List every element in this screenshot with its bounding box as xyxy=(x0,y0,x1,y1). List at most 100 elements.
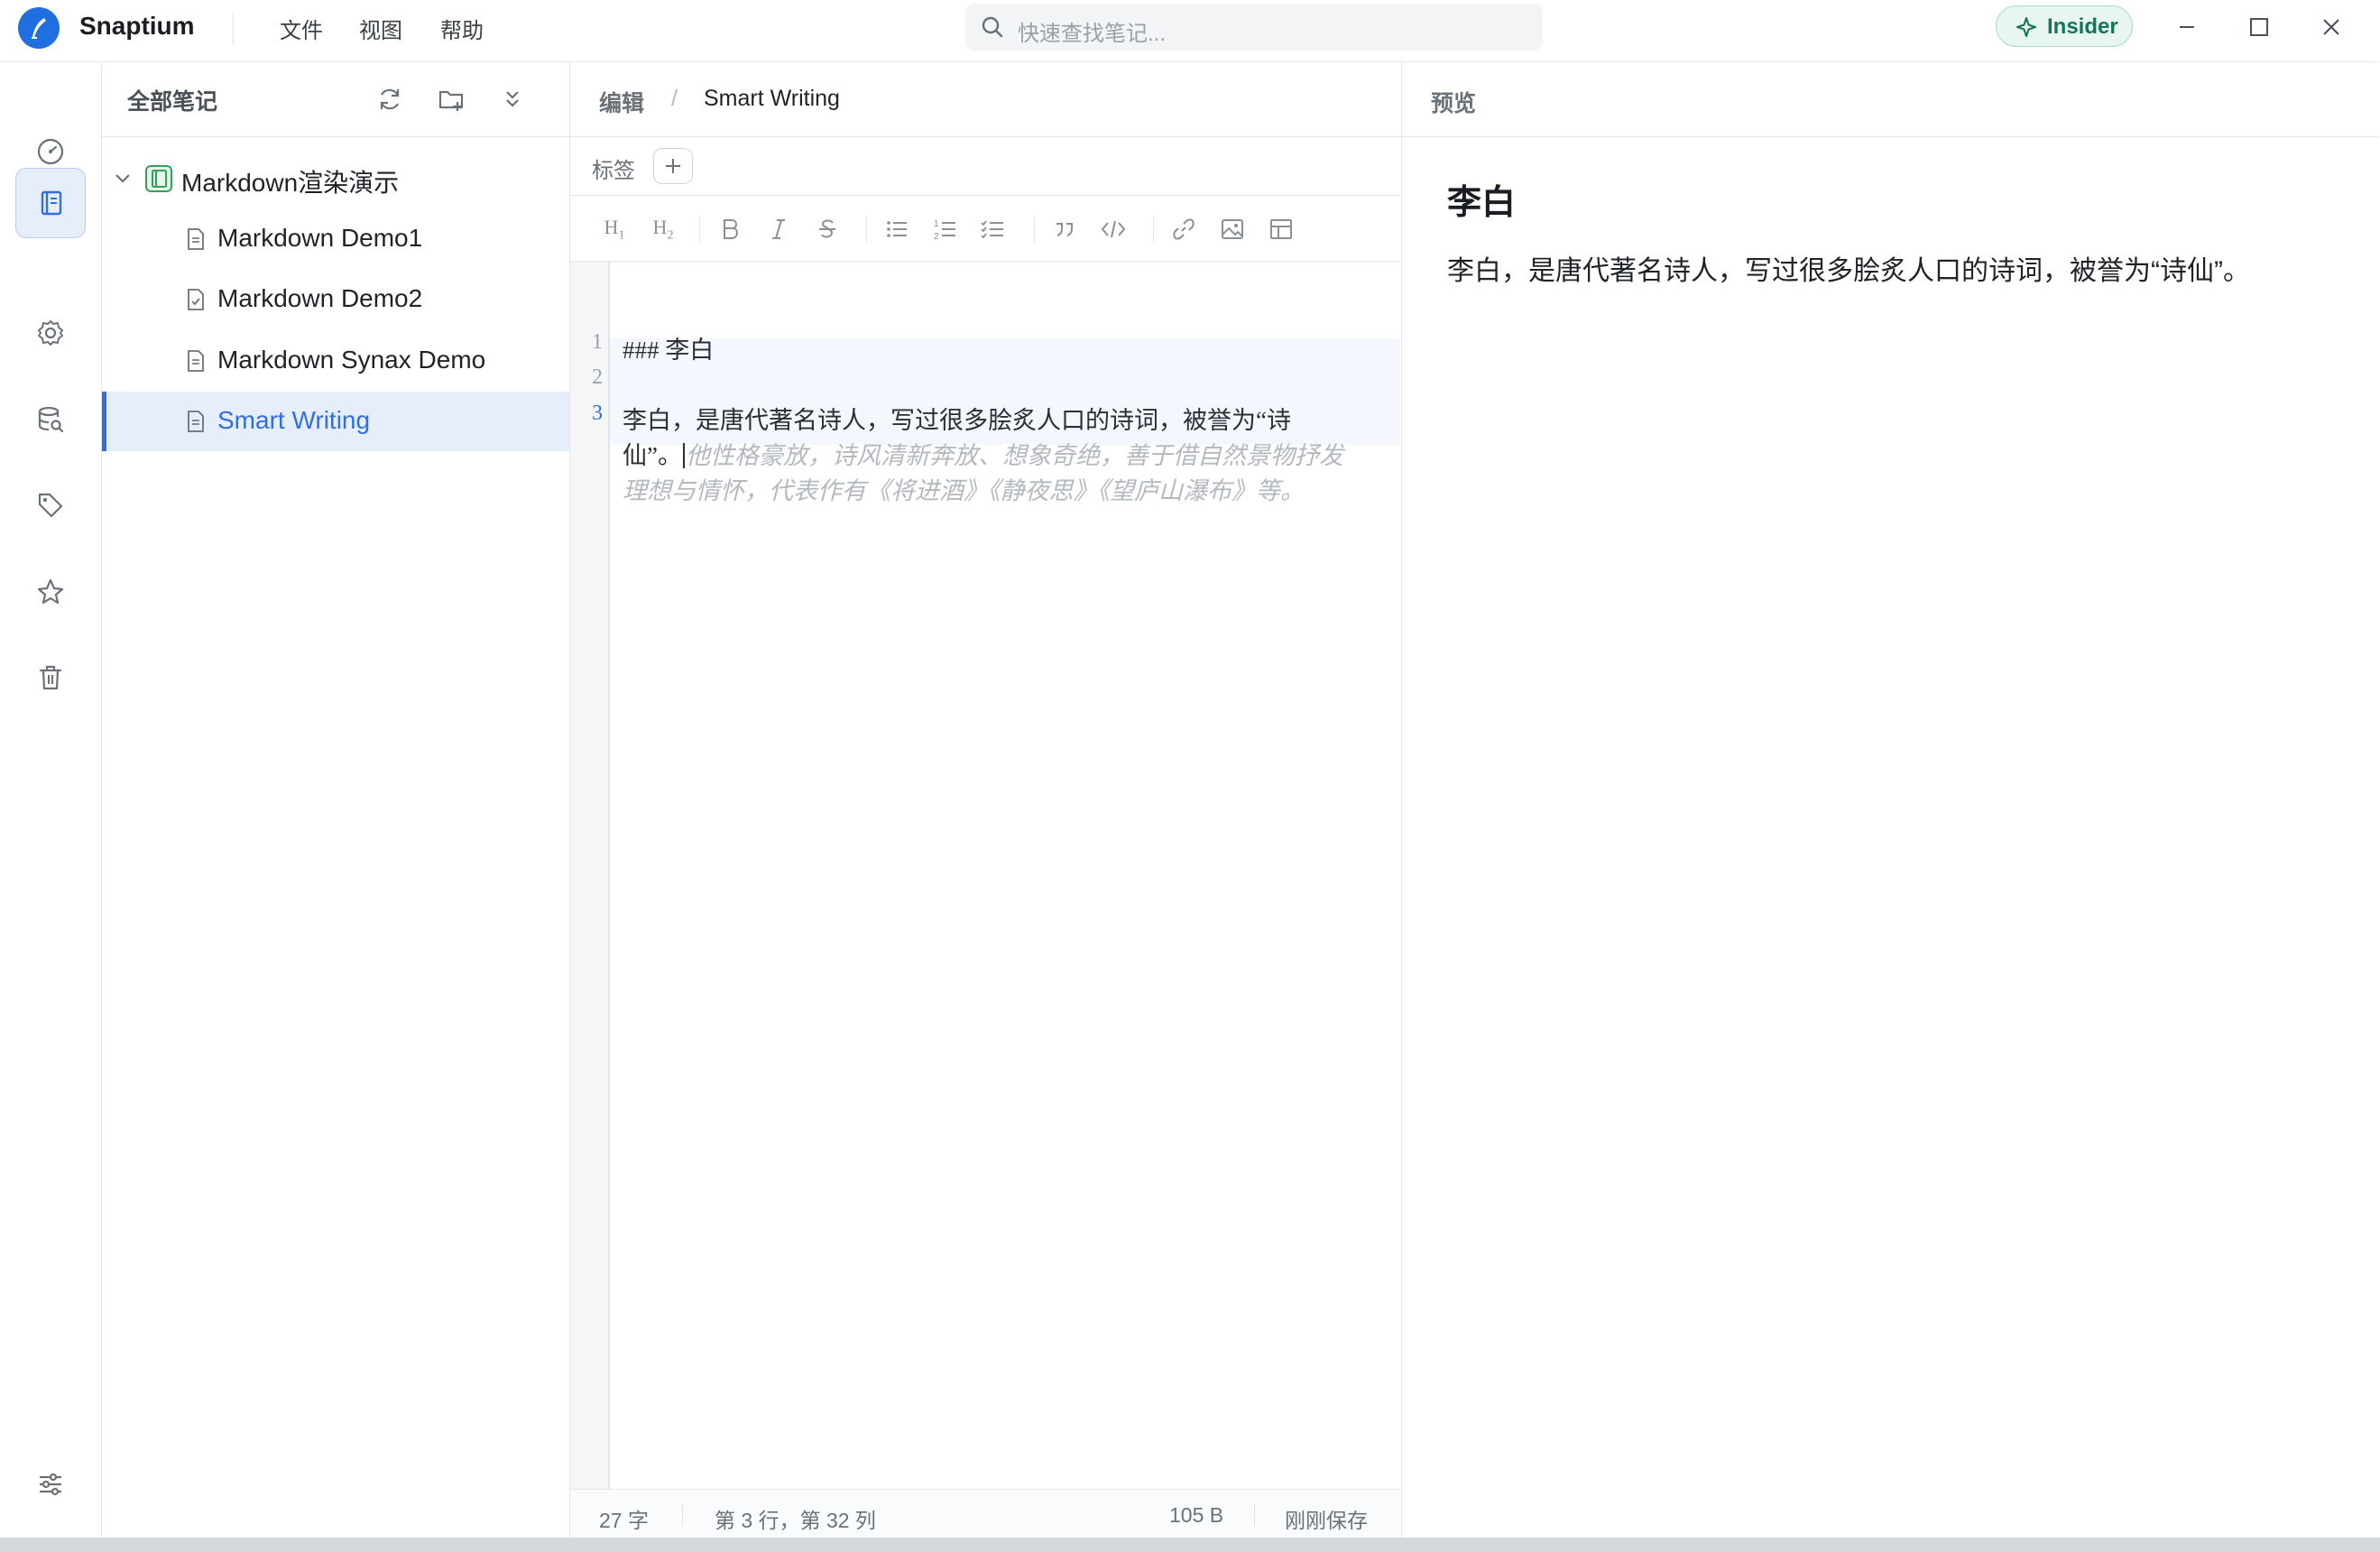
line-number: 2 xyxy=(592,365,603,389)
app-name: Snaptium xyxy=(79,12,195,40)
notes-tree-header: 全部笔记 xyxy=(102,62,569,137)
new-folder-icon[interactable] xyxy=(436,84,466,115)
search-placeholder: 快速查找笔记... xyxy=(1018,22,1167,46)
code-icon[interactable] xyxy=(1098,214,1129,245)
search-input[interactable]: 快速查找笔记... xyxy=(965,4,1543,51)
code-line-3b: 仙”。 他性格豪放，诗风清新奔放、想象奇绝，善于借自然景物抒发 xyxy=(623,436,1343,471)
line-number-gutter: 1 2 3 xyxy=(570,262,610,1489)
preview-header: 预览 xyxy=(1402,62,2378,137)
strikethrough-button[interactable] xyxy=(812,214,843,245)
tags-label: 标签 xyxy=(592,159,635,183)
notebook-folder-icon xyxy=(145,165,172,192)
formatting-toolbar: H1 H2 12 xyxy=(570,196,1401,262)
folder-row[interactable]: Markdown渲染演示 xyxy=(102,149,569,208)
selection-indicator xyxy=(102,392,106,451)
maximize-icon[interactable] xyxy=(2243,11,2275,43)
heading2-button[interactable]: H2 xyxy=(648,214,678,245)
notebook-icon[interactable] xyxy=(15,168,86,238)
document-check-icon xyxy=(188,289,204,310)
app-logo-icon xyxy=(18,7,60,49)
ai-suggestion-text-2: 理想与情怀，代表作有《将进酒》《静夜思》《望庐山瀑布》等。 xyxy=(623,477,1305,504)
minimize-icon[interactable] xyxy=(2171,11,2203,43)
text-caret xyxy=(682,443,685,468)
preferences-sliders-icon[interactable] xyxy=(15,1449,86,1520)
note-label: Markdown Demo2 xyxy=(217,284,423,312)
status-divider xyxy=(1254,1504,1255,1526)
star-icon[interactable] xyxy=(15,557,86,627)
toolbar-divider xyxy=(1034,216,1035,243)
menu-view[interactable]: 视图 xyxy=(359,13,402,44)
search-icon xyxy=(980,14,1005,44)
code-line-3a: 李白，是唐代著名诗人，写过很多脍炙人口的诗词，被誉为“诗 xyxy=(623,407,1291,434)
bullet-list-icon[interactable] xyxy=(881,214,912,245)
tags-row: 标签 xyxy=(570,137,1401,196)
note-row-synax-demo[interactable]: Markdown Synax Demo xyxy=(102,331,569,391)
table-icon[interactable] xyxy=(1266,214,1296,245)
document-icon xyxy=(188,228,204,250)
window-bottom-edge xyxy=(0,1538,2380,1552)
menu-help[interactable]: 帮助 xyxy=(440,13,484,44)
quote-icon[interactable] xyxy=(1049,214,1080,245)
note-label: Markdown Synax Demo xyxy=(217,346,486,374)
database-search-icon[interactable] xyxy=(15,384,86,455)
toolbar-divider xyxy=(866,216,867,243)
ai-suggestion-text: 他性格豪放，诗风清新奔放、想象奇绝，善于借自然景物抒发 xyxy=(685,442,1343,469)
notes-tree-panel: 全部笔记 Markdown渲染演示 Markdown Demo1 Markdow… xyxy=(102,62,570,1538)
sparkle-icon xyxy=(2016,17,2036,42)
menu-file[interactable]: 文件 xyxy=(280,13,323,44)
settings-icon[interactable] xyxy=(15,298,86,368)
file-size: 105 B xyxy=(1169,1503,1224,1527)
preview-label: 预览 xyxy=(1431,91,1477,116)
image-icon[interactable] xyxy=(1217,214,1248,245)
add-tag-button[interactable] xyxy=(653,148,693,184)
link-icon[interactable] xyxy=(1168,214,1199,245)
preview-heading: 李白 xyxy=(1447,184,1517,222)
status-divider xyxy=(682,1504,683,1526)
breadcrumb-separator: / xyxy=(671,86,678,111)
note-row-smart-writing[interactable]: Smart Writing xyxy=(102,392,569,451)
document-icon xyxy=(188,350,204,372)
note-label: Smart Writing xyxy=(217,406,371,434)
toolbar-divider xyxy=(1153,216,1154,243)
note-row-demo2[interactable]: Markdown Demo2 xyxy=(102,270,569,329)
breadcrumb-note-title: Smart Writing xyxy=(704,86,840,111)
document-icon xyxy=(188,411,204,432)
heading1-button[interactable]: H1 xyxy=(599,214,630,245)
icon-rail xyxy=(0,62,102,1538)
folder-label: Markdown渲染演示 xyxy=(181,169,400,197)
line-number: 1 xyxy=(592,330,603,354)
italic-button[interactable] xyxy=(763,214,794,245)
close-icon[interactable] xyxy=(2315,11,2348,43)
editor-header: 编辑 / Smart Writing xyxy=(570,62,1401,137)
preview-paragraph: 李白，是唐代著名诗人，写过很多脍炙人口的诗词，被誉为“诗仙”。 xyxy=(1447,256,2250,286)
title-divider xyxy=(233,13,234,45)
svg-text:1: 1 xyxy=(934,219,939,229)
plus-icon xyxy=(666,159,680,173)
trash-icon[interactable] xyxy=(15,642,86,713)
collapse-all-icon[interactable] xyxy=(497,84,528,115)
title-bar: Snaptium 文件 视图 帮助 快速查找笔记... Insider xyxy=(0,0,2378,62)
refresh-icon[interactable] xyxy=(374,84,405,115)
save-status: 刚刚保存 xyxy=(1285,1509,1368,1532)
note-row-demo1[interactable]: Markdown Demo1 xyxy=(102,209,569,269)
status-bar: 27 字 第 3 行，第 32 列 105 B 刚刚保存 xyxy=(570,1489,1401,1538)
svg-text:2: 2 xyxy=(934,232,939,241)
note-label: Markdown Demo1 xyxy=(217,224,423,252)
preview-panel: 预览 李白 李白，是唐代著名诗人，写过很多脍炙人口的诗词，被誉为“诗仙”。 xyxy=(1402,62,2378,1538)
toolbar-divider xyxy=(699,216,700,243)
code-line-1: ### 李白 xyxy=(623,337,715,364)
insider-label: Insider xyxy=(2047,14,2118,39)
chevron-down-icon[interactable] xyxy=(113,169,133,189)
bold-button[interactable] xyxy=(715,214,745,245)
ordered-list-icon[interactable]: 12 xyxy=(929,214,960,245)
notes-tree-title: 全部笔记 xyxy=(127,89,218,115)
editor-panel: 编辑 / Smart Writing 标签 H1 H2 12 1 2 3 ###… xyxy=(570,62,1402,1538)
tag-icon[interactable] xyxy=(15,470,86,540)
line-number-current: 3 xyxy=(592,402,603,425)
word-count: 27 字 xyxy=(599,1509,649,1532)
cursor-position: 第 3 行，第 32 列 xyxy=(715,1509,876,1532)
typed-text: 仙”。 xyxy=(623,442,682,469)
task-list-icon[interactable] xyxy=(977,214,1008,245)
insider-badge-button[interactable]: Insider xyxy=(1996,5,2133,47)
breadcrumb-edit: 编辑 xyxy=(599,91,645,116)
